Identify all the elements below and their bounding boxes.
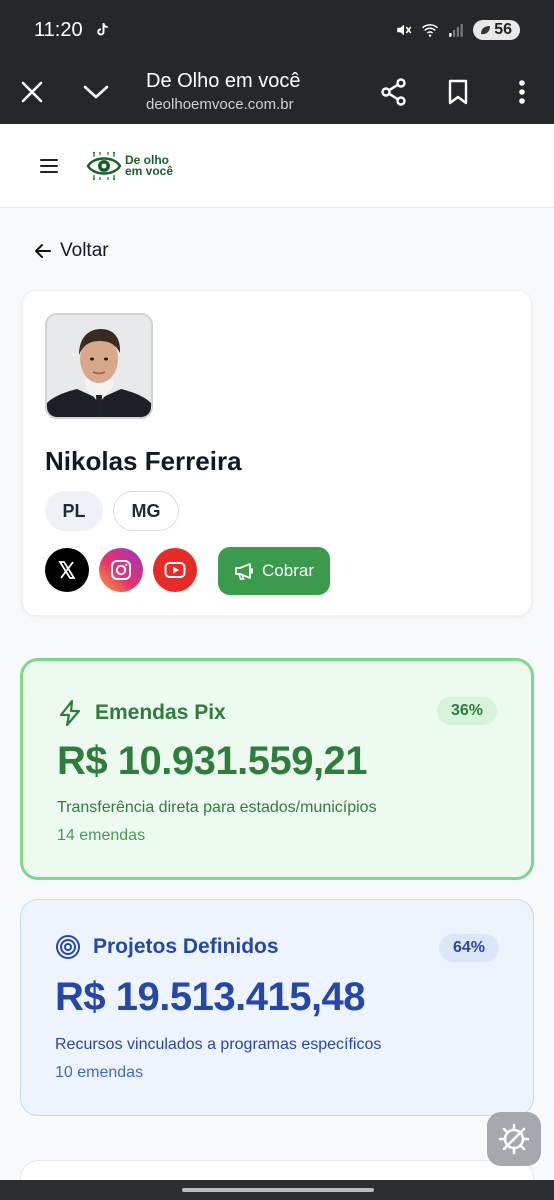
x-icon xyxy=(58,561,76,579)
lightning-icon xyxy=(59,699,81,727)
emendas-pix-header: Emendas Pix xyxy=(57,699,226,727)
leaf-icon xyxy=(481,26,491,35)
close-button[interactable] xyxy=(0,60,64,124)
emendas-pix-count: 14 emendas xyxy=(57,827,146,844)
logo-text: De olho em você xyxy=(125,154,174,178)
more-vert-icon xyxy=(519,80,525,104)
page-title: De Olho em você xyxy=(146,70,301,92)
site-header: De olho em você xyxy=(0,124,554,208)
bookmark-icon xyxy=(448,79,468,105)
close-icon xyxy=(21,81,43,103)
settings-tools-icon xyxy=(498,1123,530,1155)
mute-icon xyxy=(397,24,412,36)
page-title-area: De Olho em você deolhoemvoce.com.br xyxy=(146,69,362,115)
browser-toolbar: De Olho em você deolhoemvoce.com.br xyxy=(0,60,554,124)
share-icon xyxy=(381,78,406,106)
state-badge: MG xyxy=(113,491,179,531)
status-bar: 11:20 56 xyxy=(0,0,554,60)
more-options-button[interactable] xyxy=(490,60,554,124)
wifi-icon xyxy=(422,24,439,37)
target-icon xyxy=(56,935,80,959)
party-badge: PL xyxy=(45,491,103,531)
youtube-link[interactable] xyxy=(153,548,197,592)
emendas-pix-description: Transferência direta para estados/municí… xyxy=(57,799,377,816)
back-label: Voltar xyxy=(60,240,109,261)
emendas-pix-percent: 36% xyxy=(436,697,497,725)
cobrar-button[interactable]: Cobrar xyxy=(218,547,330,595)
signal-icon xyxy=(449,24,463,37)
arrow-left-icon xyxy=(35,244,51,258)
emendas-pix-amount: R$ 10.931.559,21 xyxy=(57,739,368,783)
logo-line-2: em você xyxy=(125,163,174,178)
emendas-pix-title: Emendas Pix xyxy=(95,701,226,724)
politician-name: Nikolas Ferreira xyxy=(45,446,242,476)
battery-indicator: 56 xyxy=(473,20,520,40)
projetos-definidos-title: Projetos Definidos xyxy=(93,935,279,958)
instagram-icon xyxy=(111,560,131,580)
cobrar-label: Cobrar xyxy=(262,561,314,580)
status-time: 11:20 xyxy=(34,18,83,41)
eye-logo-icon xyxy=(86,151,122,180)
page-url: deolhoemvoce.com.br xyxy=(146,96,294,113)
instagram-link[interactable] xyxy=(99,548,143,592)
floating-tools-button[interactable] xyxy=(487,1112,541,1166)
nav-handle[interactable] xyxy=(182,1188,374,1192)
projetos-definidos-count: 10 emendas xyxy=(55,1064,144,1081)
battery-level: 56 xyxy=(494,21,512,38)
back-link[interactable]: Voltar xyxy=(34,240,109,262)
megaphone-icon xyxy=(235,563,253,580)
tiktok-icon xyxy=(96,23,108,36)
bookmark-button[interactable] xyxy=(426,60,490,124)
site-logo[interactable]: De olho em você xyxy=(86,150,173,182)
system-nav-bar xyxy=(0,1180,554,1200)
toolbar-actions xyxy=(362,60,554,124)
youtube-icon xyxy=(164,562,186,578)
projetos-definidos-header: Projetos Definidos xyxy=(55,934,279,960)
emendas-pix-card: Emendas Pix 36% R$ 10.931.559,21 Transfe… xyxy=(20,658,534,880)
minimize-button[interactable] xyxy=(64,60,128,124)
status-icons: 56 xyxy=(395,20,520,40)
profile-card: Nikolas Ferreira PL MG Cobrar xyxy=(22,290,532,616)
share-button[interactable] xyxy=(362,60,426,124)
projetos-definidos-percent: 64% xyxy=(438,934,499,962)
projetos-definidos-description: Recursos vinculados a programas específi… xyxy=(55,1036,382,1053)
profile-photo xyxy=(45,313,153,419)
projetos-definidos-card: Projetos Definidos 64% R$ 19.513.415,48 … xyxy=(20,899,534,1116)
x-link[interactable] xyxy=(45,548,89,592)
chevron-down-icon xyxy=(83,85,109,99)
projetos-definidos-amount: R$ 19.513.415,48 xyxy=(55,975,366,1019)
portrait-image xyxy=(47,315,151,417)
menu-icon[interactable] xyxy=(38,155,60,177)
